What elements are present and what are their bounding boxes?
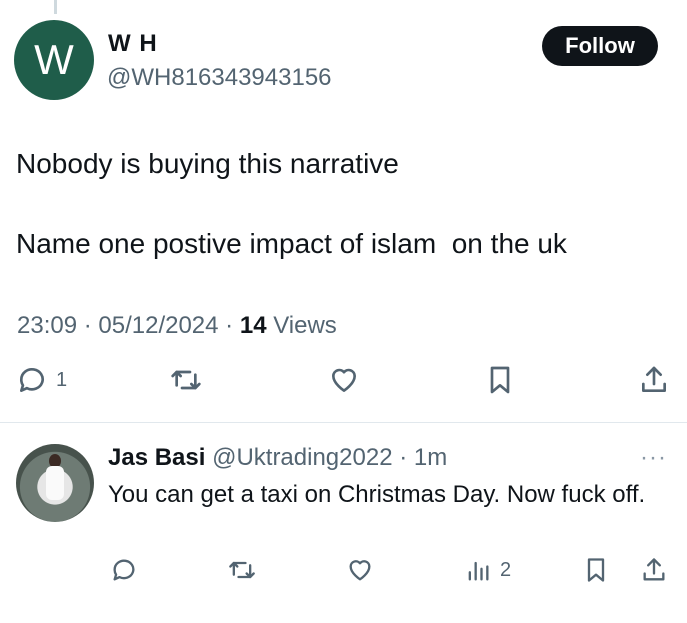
bookmark-button[interactable] (484, 364, 516, 396)
reply-time[interactable]: · 1m (393, 444, 447, 471)
main-tweet: W W H @WH816343943156 Follow Nobody is b… (0, 0, 687, 420)
follow-button[interactable]: Follow (542, 26, 658, 66)
retweet-icon (229, 561, 255, 579)
reply-icon (113, 559, 135, 581)
reply-like-button[interactable] (346, 556, 374, 584)
share-icon (643, 558, 665, 581)
bookmark-icon (587, 558, 605, 582)
reply-retweet-button[interactable] (228, 556, 256, 584)
like-button[interactable] (328, 364, 360, 396)
share-icon (642, 366, 666, 392)
views-count: 14 (239, 312, 267, 339)
retweet-icon (171, 370, 201, 390)
heart-icon (332, 368, 356, 392)
reply-actions: 2 (0, 556, 687, 592)
reply-reply-button[interactable] (110, 556, 138, 584)
timestamp[interactable]: 23:09 · 05/12/2024 · (17, 312, 240, 339)
retweet-button[interactable] (170, 364, 202, 396)
user-handle[interactable]: @WH816343943156 (107, 64, 332, 92)
reply-icon (19, 368, 44, 392)
reply-text: You can get a taxi on Christmas Day. Now… (108, 481, 646, 508)
reply-handle[interactable]: @Uktrading2022 (212, 444, 392, 471)
views-label: Views (266, 312, 337, 339)
tweet-meta: 23:09 · 05/12/2024 · 14 Views (17, 312, 337, 340)
avatar[interactable]: W (14, 20, 94, 100)
avatar-figure-body (46, 466, 64, 500)
reply-bookmark-button[interactable] (582, 556, 610, 584)
tweet-text-line2: Name one postive impact of islam on the … (16, 228, 567, 259)
reply-avatar[interactable] (16, 444, 94, 522)
reply-views-count: 2 (500, 558, 512, 581)
tweet-actions: 1 (0, 364, 687, 408)
display-name[interactable]: W H (108, 30, 158, 58)
analytics-icon (468, 561, 489, 581)
divider (0, 422, 687, 423)
bookmark-icon (490, 366, 510, 394)
reply-button[interactable]: 1 (16, 364, 67, 396)
share-button[interactable] (638, 364, 670, 396)
reply-share-button[interactable] (640, 556, 668, 584)
reply-views-button[interactable]: 2 (464, 556, 511, 584)
more-options-icon[interactable]: ··· (640, 444, 667, 472)
reply-header: Jas Basi @Uktrading2022 · 1m (108, 444, 447, 472)
tweet-text-line1: Nobody is buying this narrative (16, 148, 399, 179)
heart-icon (349, 560, 371, 581)
reply-count: 1 (56, 368, 68, 391)
reply-display-name[interactable]: Jas Basi (108, 444, 205, 471)
